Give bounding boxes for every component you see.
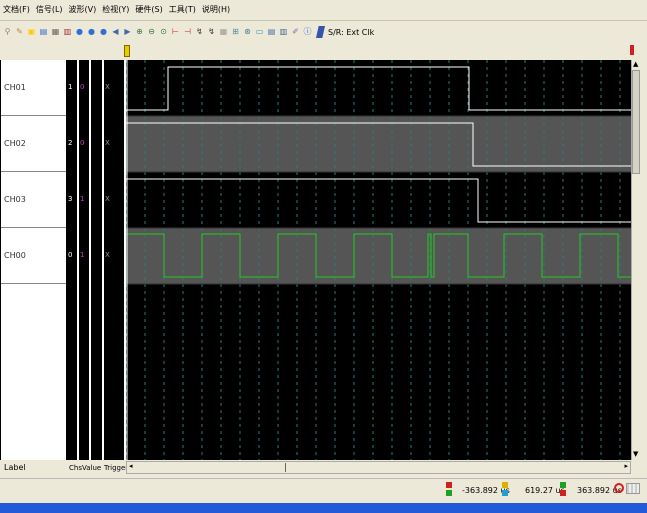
cursor-b-marker[interactable]: [630, 45, 634, 55]
tool-icon[interactable]: ↯: [206, 26, 217, 38]
chs-header: Chs: [69, 463, 82, 472]
label-column: CH01 CH02 CH03 CH00: [1, 60, 66, 460]
channel-value: 1: [80, 195, 85, 203]
column-header-value[interactable]: Value: [82, 461, 102, 474]
column-divider[interactable]: [102, 60, 104, 460]
pen-icon[interactable]: ✎: [14, 26, 25, 38]
channel-index: 3: [68, 195, 73, 203]
status-bar: -363.892 us 619.27 us 363.892 us: [0, 478, 647, 501]
column-header-trigger[interactable]: Trigger: [104, 461, 129, 474]
sr-icon[interactable]: [316, 26, 325, 38]
save-icon[interactable]: ▤: [38, 26, 49, 38]
time-b-to-a: 619.27 us: [525, 486, 565, 495]
channel-info-columns: 10X20X31X01X: [68, 60, 126, 460]
cursor-a-marker[interactable]: [124, 45, 130, 57]
stop-icon[interactable]: ●: [86, 26, 97, 38]
menu-item-0[interactable]: 文档(F): [0, 0, 33, 20]
zoom-fit-icon[interactable]: ⊙: [158, 26, 169, 38]
channel-label-ch03[interactable]: CH03: [1, 172, 66, 228]
prev-icon[interactable]: ◀: [110, 26, 121, 38]
cursor-c-badge: [502, 482, 508, 488]
zoom-in-icon[interactable]: ⊕: [134, 26, 145, 38]
time-ruler[interactable]: [0, 43, 640, 59]
step-icon[interactable]: ●: [98, 26, 109, 38]
menu-item-5[interactable]: 工具(T): [166, 0, 199, 20]
horizontal-scroll-thumb[interactable]: [285, 463, 290, 472]
bars-icon[interactable]: ▥: [278, 26, 289, 38]
menu-item-4[interactable]: 硬件(S): [132, 0, 165, 20]
menu-bar: 文档(F) 信号(L) 波形(V) 检视(Y) 硬件(S) 工具(T) 说明(H): [0, 0, 647, 21]
trigger-icon[interactable]: ⊞: [230, 26, 241, 38]
channel-value: 0: [80, 139, 85, 147]
channel-index: 1: [68, 83, 73, 91]
library-icon[interactable]: ▥: [62, 26, 73, 38]
vertical-scrollbar[interactable]: ▲ ▼: [631, 60, 640, 460]
grid-icon[interactable]: ▦: [218, 26, 229, 38]
label-header: Label: [4, 463, 26, 472]
sample-rate-label[interactable]: S/R: Ext Clk: [328, 28, 374, 37]
menu-item-3[interactable]: 检视(Y): [99, 0, 132, 20]
cursor-icon[interactable]: ⊣: [182, 26, 193, 38]
value-header: Value: [82, 463, 102, 472]
taskbar: [0, 503, 647, 513]
channel-label-ch02[interactable]: CH02: [1, 116, 66, 172]
marker-icon[interactable]: ⊢: [170, 26, 181, 38]
next-icon[interactable]: ▶: [122, 26, 133, 38]
cursor-d-badge: [502, 490, 508, 496]
run-icon[interactable]: ●: [74, 26, 85, 38]
channel-label-ch01[interactable]: CH01: [1, 60, 66, 116]
cursor-e-badge: [560, 482, 566, 488]
waveform-canvas[interactable]: [125, 60, 631, 460]
label-panel: CH01 CH02 CH03 CH00: [0, 60, 68, 460]
waveform-area[interactable]: [125, 60, 631, 460]
scroll-left-icon[interactable]: ◂: [129, 462, 133, 470]
channel-value: 0: [80, 83, 85, 91]
info-icon[interactable]: ⓘ: [302, 26, 313, 38]
trigger-header: Trigger: [104, 463, 129, 472]
channel-trigger[interactable]: X: [105, 195, 110, 203]
column-header-label[interactable]: Label: [2, 461, 66, 474]
channel-index: 2: [68, 139, 73, 147]
channel-trigger[interactable]: X: [105, 83, 110, 91]
column-divider[interactable]: [89, 60, 91, 460]
cursor-a-badge: [446, 482, 452, 488]
search-icon[interactable]: ⊛: [242, 26, 253, 38]
print-icon[interactable]: ▦: [50, 26, 61, 38]
menu-item-6[interactable]: 说明(H): [199, 0, 233, 20]
channel-value: 1: [80, 251, 85, 259]
zoom-out-icon[interactable]: ⊖: [146, 26, 157, 38]
channel-label-ch00[interactable]: CH00: [1, 228, 66, 284]
menu-item-1[interactable]: 信号(L): [33, 0, 66, 20]
clock-icon[interactable]: [614, 483, 624, 493]
cursor-f-badge: [560, 490, 566, 496]
cursor-b-badge: [446, 490, 452, 496]
channel-trigger[interactable]: X: [105, 251, 110, 259]
channel-trigger[interactable]: X: [105, 139, 110, 147]
column-divider[interactable]: [77, 60, 79, 460]
toolbar: ⚲ ✎ ▣ ▤ ▦ ▥ ● ● ● ◀ ▶ ⊕ ⊖ ⊙ ⊢ ⊣ ↯ ↯ ▦ ⊞ ⊛ ▭ ▤ ▥ ✐ ⓘ S/R: Ext Clk: [0, 21, 647, 43]
resize-grip-icon[interactable]: [626, 483, 640, 494]
flash-icon[interactable]: ↯: [194, 26, 205, 38]
horizontal-scrollbar[interactable]: ◂ ▸: [126, 461, 631, 474]
scroll-right-icon[interactable]: ▸: [624, 462, 628, 470]
channel-index: 0: [68, 251, 73, 259]
chart-icon[interactable]: ▭: [254, 26, 265, 38]
scroll-up-icon[interactable]: ▲: [633, 60, 638, 68]
menu-item-2[interactable]: 波形(V): [66, 0, 100, 20]
key-icon[interactable]: ⚲: [2, 26, 13, 38]
layout-icon[interactable]: ▤: [266, 26, 277, 38]
scroll-down-icon[interactable]: ▼: [633, 450, 638, 458]
probe-icon[interactable]: ✐: [290, 26, 301, 38]
vertical-scroll-thumb[interactable]: [632, 70, 640, 174]
open-icon[interactable]: ▣: [26, 26, 37, 38]
column-header-chs[interactable]: Chs: [69, 461, 82, 474]
